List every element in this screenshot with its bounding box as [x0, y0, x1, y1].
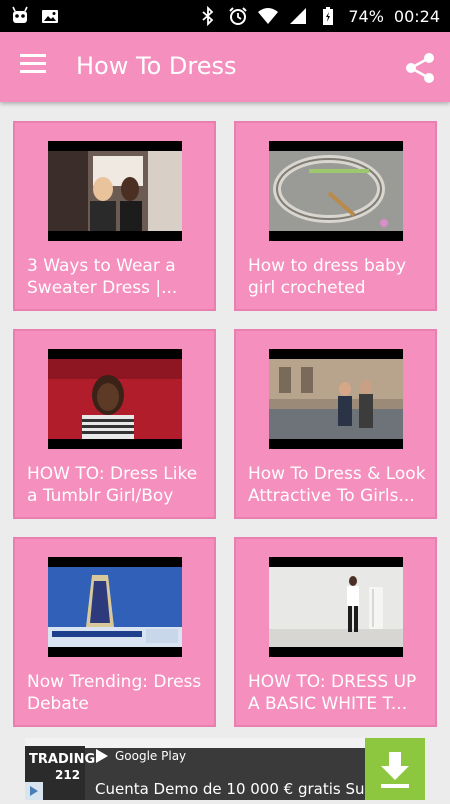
ad-brand-line1: TRADING: [29, 752, 96, 767]
image-notification-icon: [42, 10, 58, 23]
alarm-icon: [229, 7, 248, 25]
page-title: How To Dress: [76, 52, 237, 80]
ad-brand-line2: 212: [55, 768, 81, 782]
video-thumbnail: [48, 349, 182, 449]
video-thumbnail: [48, 557, 182, 657]
video-thumbnail: [269, 349, 403, 449]
android-debug-icon: [12, 6, 28, 23]
bluetooth-icon: [202, 6, 214, 26]
video-title: 3 Ways to Wear a Sweater Dress |...: [27, 256, 178, 298]
video-card[interactable]: HOW TO: DRESS UP A BASIC WHITE T...: [234, 537, 437, 727]
google-play-icon: [96, 749, 108, 763]
google-play-badge: Google Play: [95, 748, 186, 764]
status-bar: 74% 00:24: [0, 0, 450, 32]
video-thumbnail: [48, 141, 182, 241]
video-card[interactable]: HOW TO: Dress Like a Tumblr Girl/Boy: [13, 329, 216, 519]
download-icon: [381, 752, 409, 788]
clock: 00:24: [393, 6, 440, 26]
video-title: HOW TO: Dress Like a Tumblr Girl/Boy: [27, 464, 198, 506]
google-play-label: Google Play: [115, 749, 187, 763]
battery-icon: [323, 7, 334, 25]
menu-icon[interactable]: [20, 54, 50, 80]
video-card[interactable]: 3 Ways to Wear a Sweater Dress |...: [13, 121, 216, 311]
app-bar: How To Dress: [0, 32, 450, 102]
cell-signal-icon: [290, 8, 307, 24]
video-thumbnail: [269, 141, 403, 241]
video-title: Now Trending: Dress Debate: [27, 672, 202, 714]
ad-text: Cuenta Demo de 10 000 € gratis Su: [95, 780, 365, 798]
video-card[interactable]: Now Trending: Dress Debate: [13, 537, 216, 727]
download-button[interactable]: [365, 738, 425, 800]
share-icon[interactable]: [402, 50, 438, 86]
video-thumbnail: [269, 557, 403, 657]
video-title: HOW TO: DRESS UP A BASIC WHITE T...: [248, 672, 417, 714]
video-card[interactable]: How To Dress & Look Attractive To Girls.…: [234, 329, 437, 519]
ad-banner[interactable]: TRADING 212 Google Play Cuenta Demo de 1…: [25, 738, 425, 800]
video-title: How to dress baby girl crocheted: [248, 256, 407, 298]
battery-percent: 74%: [348, 6, 384, 26]
video-card[interactable]: How to dress baby girl crocheted: [234, 121, 437, 311]
wifi-icon: [258, 8, 279, 24]
video-title: How To Dress & Look Attractive To Girls.…: [248, 464, 426, 506]
adchoices-icon[interactable]: [25, 782, 43, 800]
